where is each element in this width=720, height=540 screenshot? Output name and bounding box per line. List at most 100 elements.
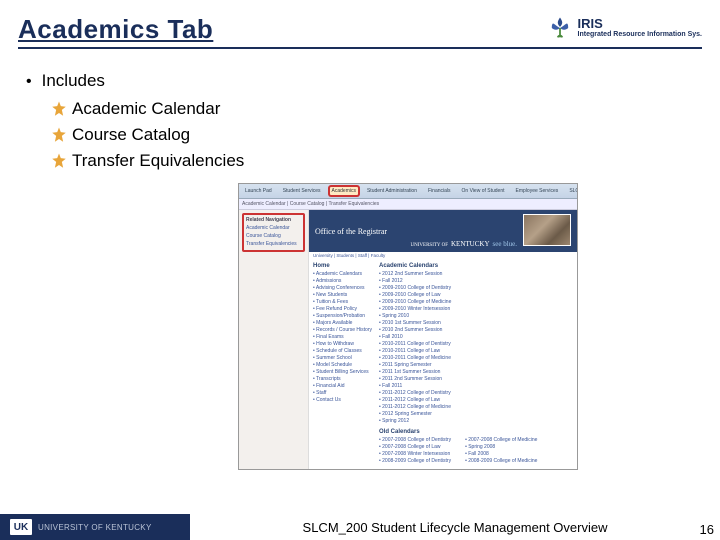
ss-link-item[interactable]: • Final Exams [313,334,373,341]
iris-logo: IRIS Integrated Resource Information Sys… [546,14,702,42]
iris-flower-icon [546,14,574,42]
ss-link-item[interactable]: • 2011-2012 College of Law [379,397,573,404]
footer-logo: UK UNIVERSITY OF KENTUCKY [0,514,190,540]
ss-old-col2: • 2007-2008 College of Medicine• Spring … [465,437,537,465]
ss-link-item[interactable]: • Tuition & Fees [313,299,373,306]
ss-tab[interactable]: Student Administration [364,186,420,196]
page-number: 16 [700,522,714,537]
ss-link-item[interactable]: • New Students [313,292,373,299]
ss-link-item[interactable]: • Summer School [313,355,373,362]
ss-link-item[interactable]: • 2010 2nd Summer Session [379,327,573,334]
uk-label: UNIVERSITY OF KENTUCKY [38,523,152,532]
ss-link-item[interactable]: • Academic Calendars [313,271,373,278]
embedded-screenshot: Launch Pad Student Services Academics St… [238,183,578,470]
uk-badge-icon: UK [10,519,32,535]
ss-link-item[interactable]: • 2007-2008 College of Medicine [465,437,537,444]
ss-link-item[interactable]: • Staff [313,390,373,397]
ss-old-head: Old Calendars [379,429,573,435]
bullet-text: Includes [42,71,105,91]
ss-link-item[interactable]: • 2011 1st Summer Session [379,369,573,376]
ss-tab[interactable]: On View of Student [459,186,508,196]
slide-footer: UK UNIVERSITY OF KENTUCKY SLCM_200 Stude… [0,514,720,540]
star-icon [50,152,68,170]
ss-link-item[interactable]: • 2007-2008 College of Law [379,444,451,451]
ss-link-item[interactable]: • Fall 2008 [465,451,537,458]
ss-link-item[interactable]: • 2011-2012 College of Medicine [379,404,573,411]
slide-header: Academics Tab IRIS Integrated Resource I… [18,14,702,49]
ss-subnav: Academic Calendar | Course Catalog | Tra… [239,199,577,210]
sub-bullet-label: Academic Calendar [72,99,220,119]
ss-link-item[interactable]: • 2009-2010 Winter Intersession [379,306,573,313]
ss-link-item[interactable]: • Spring 2012 [379,418,573,425]
ss-tab-active[interactable]: Academics [329,186,359,196]
ss-link-item[interactable]: • 2011-2012 College of Dentistry [379,390,573,397]
ss-link-item[interactable]: • 2008-2009 College of Dentistry [379,458,451,465]
ss-col2-head: Academic Calendars [379,263,573,269]
ss-link-item[interactable]: • 2010-2011 College of Dentistry [379,341,573,348]
ss-tab[interactable]: Financials [425,186,454,196]
ss-old-col1: • 2007-2008 College of Dentistry• 2007-2… [379,437,451,465]
ss-link-item[interactable]: • 2008-2009 College of Medicine [465,458,537,465]
logo-name: IRIS [578,17,702,31]
ss-banner-sub: University | Students | Staff | Faculty [309,252,577,259]
ss-link-item[interactable]: • 2012 Spring Semester [379,411,573,418]
ss-tab[interactable]: Employee Services [513,186,562,196]
ss-link-item[interactable]: • Suspension/Probation [313,313,373,320]
ss-tab-bar: Launch Pad Student Services Academics St… [239,184,577,199]
ss-sidebar-item[interactable]: Transfer Equivalencies [246,240,301,248]
ss-link-item[interactable]: • Fall 2010 [379,334,573,341]
ss-link-item[interactable]: • 2007-2008 Winter Intersession [379,451,451,458]
ss-link-item[interactable]: • 2009-2010 College of Dentistry [379,285,573,292]
ss-sidebar-highlighted: Related Navigation Academic Calendar Cou… [242,213,305,252]
ss-link-item[interactable]: • Spring 2010 [379,313,573,320]
ss-link-item[interactable]: • Fall 2011 [379,383,573,390]
ss-sidebar: Related Navigation Academic Calendar Cou… [239,210,309,469]
ss-link-item[interactable]: • Transcripts [313,376,373,383]
ss-tab[interactable]: SLCM/Admin [566,186,577,196]
ss-link-item[interactable]: • Advising Conferences [313,285,373,292]
ss-link-item[interactable]: • Majors Available [313,320,373,327]
sub-bullet-label: Transfer Equivalencies [72,151,244,171]
star-icon [50,126,68,144]
ss-sidebar-item[interactable]: Course Catalog [246,232,301,240]
ss-link-item[interactable]: • 2009-2010 College of Law [379,292,573,299]
ss-link-item[interactable]: • 2010-2011 College of Medicine [379,355,573,362]
ss-tab[interactable]: Launch Pad [242,186,275,196]
sub-bullet-1: Course Catalog [50,125,702,145]
ss-link-item[interactable]: • 2010 1st Summer Session [379,320,573,327]
ss-col2-list: • 2012 2nd Summer Session• Fall 2012• 20… [379,271,573,425]
sub-bullet-2: Transfer Equivalencies [50,151,702,171]
ss-banner-tag: see blue. [493,240,518,248]
ss-link-item[interactable]: • Fee Refund Policy [313,306,373,313]
ss-link-item[interactable]: • Admissions [313,278,373,285]
ss-link-item[interactable]: • 2010-2011 College of Law [379,348,573,355]
ss-sidebar-title: Related Navigation [246,217,301,223]
bullet-main: • Includes [26,71,702,91]
ss-banner-title: Office of the Registrar [315,227,387,236]
slide-title: Academics Tab [18,14,213,47]
ss-link-item[interactable]: • How to Withdraw [313,341,373,348]
ss-link-item[interactable]: • 2007-2008 College of Dentistry [379,437,451,444]
ss-link-item[interactable]: • 2011 Spring Semester [379,362,573,369]
ss-col1-list: • Academic Calendars• Admissions• Advisi… [313,271,373,404]
ss-link-item[interactable]: • Fall 2012 [379,278,573,285]
ss-tab[interactable]: Student Services [280,186,324,196]
ss-link-item[interactable]: • Records / Course History [313,327,373,334]
ss-link-item[interactable]: • Student Billing Services [313,369,373,376]
footer-title: SLCM_200 Student Lifecycle Management Ov… [190,514,720,540]
ss-banner: Office of the Registrar UNIVERSITY OF KE… [309,210,577,252]
ss-sidebar-item[interactable]: Academic Calendar [246,224,301,232]
bullet-icon: • [26,73,32,91]
logo-subtitle: Integrated Resource Information Sys. [578,31,702,39]
ss-link-item[interactable]: • Model Schedule [313,362,373,369]
ss-link-item[interactable]: • Contact Us [313,397,373,404]
ss-link-item[interactable]: • 2011 2nd Summer Session [379,376,573,383]
ss-link-item[interactable]: • Schedule of Classes [313,348,373,355]
ss-link-item[interactable]: • 2009-2010 College of Medicine [379,299,573,306]
ss-link-item[interactable]: • 2012 2nd Summer Session [379,271,573,278]
slide-content: • Includes Academic Calendar Course Cata… [18,49,702,470]
ss-link-item[interactable]: • Spring 2008 [465,444,537,451]
ss-banner-brand: KENTUCKY [451,240,490,248]
ss-col1-head: Home [313,263,373,269]
ss-link-item[interactable]: • Financial Aid [313,383,373,390]
